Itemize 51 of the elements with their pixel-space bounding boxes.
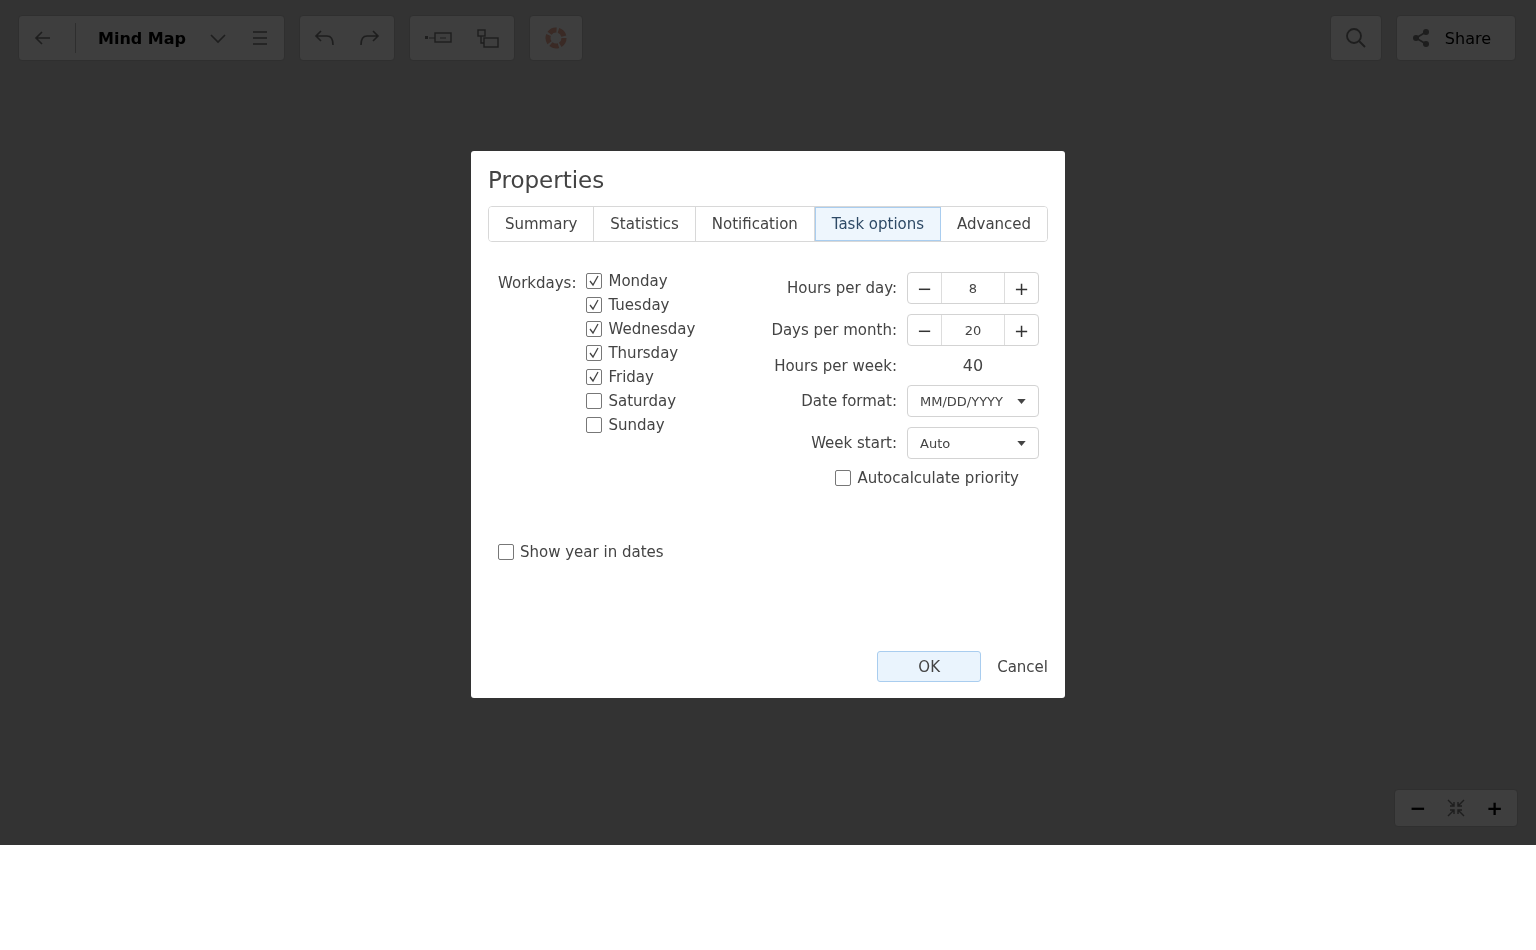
field-label: Hours per week: <box>774 356 897 375</box>
field-label: Date format: <box>801 392 897 410</box>
checkbox-label: Sunday <box>608 416 665 434</box>
checkbox[interactable] <box>586 273 603 289</box>
tab[interactable]: Task options <box>814 207 942 241</box>
ok-button[interactable]: OK <box>877 651 982 682</box>
share-icon <box>1410 28 1431 48</box>
stepper-value: 20 <box>941 315 1005 345</box>
stepper-value: 8 <box>941 273 1005 303</box>
checkbox[interactable] <box>586 393 603 409</box>
checkbox-label: Friday <box>608 368 654 386</box>
caret-down-icon <box>1017 398 1026 404</box>
checkbox[interactable] <box>835 470 852 486</box>
checkbox-label: Show year in dates <box>520 543 664 561</box>
dropdown[interactable]: Auto <box>907 427 1039 459</box>
checkbox-label: Thursday <box>608 344 679 362</box>
field-label: Week start: <box>811 434 897 452</box>
checkbox-label: Autocalculate priority <box>857 469 1019 487</box>
checkbox-label: Wednesday <box>608 320 696 338</box>
undo-icon[interactable] <box>314 28 336 48</box>
redo-icon[interactable] <box>358 28 380 48</box>
increment-button[interactable]: + <box>1005 273 1038 303</box>
dropdown[interactable]: MM/DD/YYYY <box>907 385 1039 417</box>
checkbox[interactable] <box>586 321 603 337</box>
checkbox[interactable] <box>586 297 603 313</box>
add-node-icon[interactable] <box>424 30 454 46</box>
checkbox[interactable] <box>498 544 514 560</box>
menu-icon[interactable] <box>250 28 270 48</box>
number-stepper[interactable]: − 8 + <box>907 272 1039 304</box>
dialog-title: Properties <box>488 167 606 193</box>
checkbox-label: Saturday <box>608 392 677 410</box>
decrement-button[interactable]: − <box>908 273 941 303</box>
checkbox-label: Tuesday <box>608 296 670 314</box>
color-wheel-icon[interactable] <box>544 26 568 50</box>
checkbox[interactable] <box>586 369 603 385</box>
subnode-icon[interactable] <box>476 28 500 48</box>
workdays-label: Workdays: <box>498 273 577 294</box>
field-label: Days per month: <box>771 321 897 339</box>
tab[interactable]: Summary <box>489 207 595 241</box>
increment-button[interactable]: + <box>1005 315 1038 345</box>
cancel-button[interactable]: Cancel <box>997 657 1048 676</box>
search-icon[interactable] <box>1344 27 1367 49</box>
checkbox-label: Monday <box>608 272 668 290</box>
field-label: Hours per day: <box>787 279 897 297</box>
number-stepper[interactable]: − 20 + <box>907 314 1039 346</box>
fit-to-screen-icon[interactable] <box>1446 798 1467 818</box>
checkbox[interactable] <box>586 345 603 361</box>
decrement-button[interactable]: − <box>908 315 941 345</box>
checkbox[interactable] <box>586 417 603 433</box>
caret-down-icon <box>1017 440 1026 446</box>
field-value: 40 <box>961 356 985 375</box>
